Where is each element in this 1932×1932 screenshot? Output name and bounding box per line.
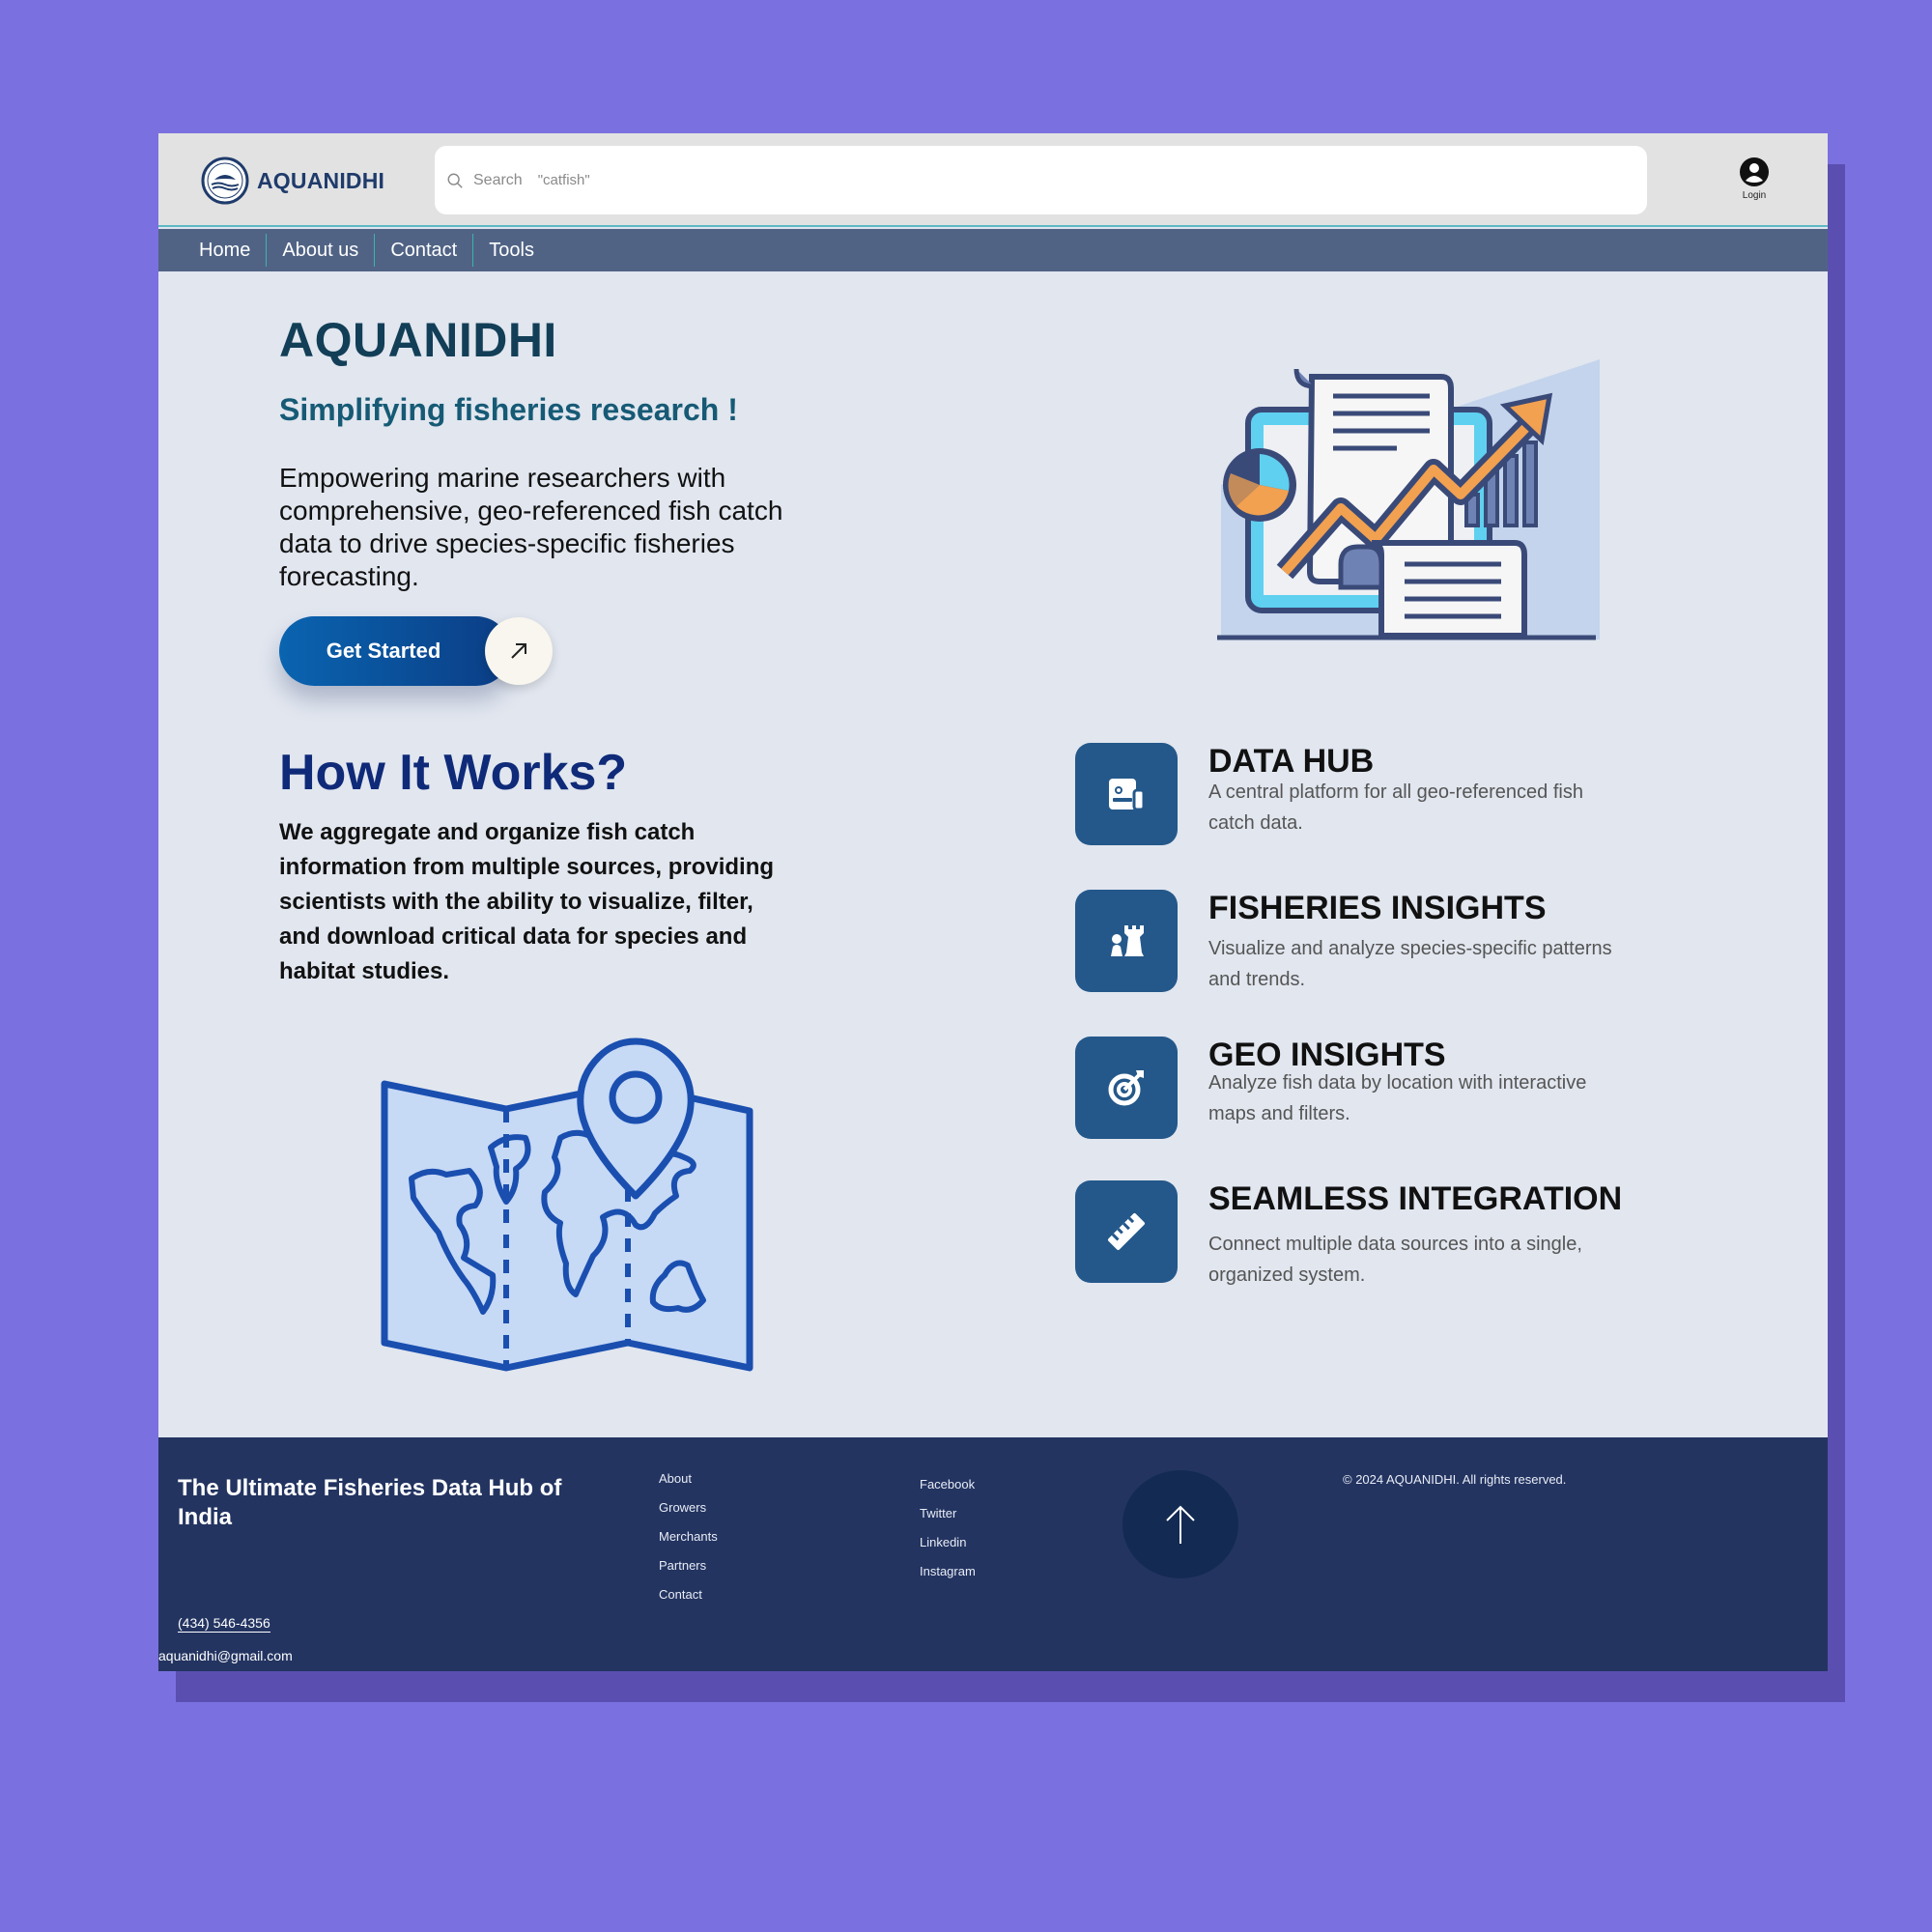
search-icon [447,173,463,188]
feature-geo-insights[interactable]: GEO INSIGHTS Analyze fish data by locati… [1075,1037,1674,1143]
feature-seamless-integration[interactable]: SEAMLESS INTEGRATION Connect multiple da… [1075,1180,1674,1287]
brand-logo-link[interactable]: AQUANIDHI [201,156,384,205]
footer-link-contact[interactable]: Contact [659,1580,718,1609]
feature-description: Analyze fish data by location with inter… [1208,1072,1587,1124]
hero-subtitle: Simplifying fisheries research ! [279,392,738,427]
login-button[interactable]: Login [1723,156,1785,201]
feature-data-hub[interactable]: DATA HUB A central platform for all geo-… [1075,743,1674,849]
search-input[interactable] [531,172,1402,188]
fish-logo-icon [201,156,249,205]
scroll-to-top-button[interactable] [1122,1470,1238,1578]
nav-item-tools[interactable]: Tools [473,234,550,267]
analytics-report-illustration [1217,359,1600,640]
get-started-label: Get Started [279,616,511,686]
world-map-location-illustration [381,1037,753,1372]
how-it-works-description: We aggregate and organize fish catch inf… [279,819,775,984]
arrow-up-icon [1166,1505,1195,1544]
footer-link-twitter[interactable]: Twitter [920,1499,976,1528]
feature-title: DATA HUB [1208,743,1375,780]
brand-name: AQUANIDHI [257,167,385,193]
search-bar[interactable]: Search [435,146,1647,214]
user-icon [1740,157,1769,186]
hero-title: AQUANIDHI [279,313,557,367]
footer-tagline: The Ultimate Fisheries Data Hub of India [178,1475,562,1530]
copyright-text: © 2024 AQUANIDHI. All rights reserved. [1343,1472,1567,1487]
footer-link-partners[interactable]: Partners [659,1551,718,1580]
feature-description: Connect multiple data sources into a sin… [1208,1234,1582,1286]
feature-description: Visualize and analyze species-specific p… [1208,938,1612,990]
how-it-works-title: How It Works? [279,745,628,801]
footer-phone-link[interactable]: (434) 546-4356 [178,1615,270,1633]
footer-link-facebook[interactable]: Facebook [920,1470,976,1499]
feature-fisheries-insights[interactable]: FISHERIES INSIGHTS Visualize and analyze… [1075,890,1674,996]
header: AQUANIDHI Search Login [158,133,1828,227]
website-frame: AQUANIDHI Search Login Home About us Con… [158,133,1828,1671]
get-started-button[interactable]: Get Started [279,616,554,686]
arrow-up-right-icon [485,617,553,685]
nav-item-about-us[interactable]: About us [267,234,376,267]
feature-title: SEAMLESS INTEGRATION [1208,1180,1623,1217]
footer: The Ultimate Fisheries Data Hub of India… [158,1437,1828,1671]
footer-social-links: Facebook Twitter Linkedin Instagram [920,1470,976,1586]
footer-link-instagram[interactable]: Instagram [920,1557,976,1586]
feature-description: A central platform for all geo-reference… [1208,781,1583,834]
login-label: Login [1742,190,1767,201]
footer-link-growers[interactable]: Growers [659,1493,718,1522]
footer-link-linkedin[interactable]: Linkedin [920,1528,976,1557]
hero-description: Empowering marine researchers with compr… [279,463,783,591]
footer-link-merchants[interactable]: Merchants [659,1522,718,1551]
nav-bar: Home About us Contact Tools [158,229,1828,271]
ruler-icon [1075,1180,1178,1283]
nav-item-home[interactable]: Home [184,234,268,267]
footer-links: About Growers Merchants Partners Contact [659,1464,718,1609]
footer-link-about[interactable]: About [659,1464,718,1493]
chess-pieces-icon [1075,890,1178,992]
target-icon [1075,1037,1178,1139]
footer-email-link[interactable]: aquanidhi@gmail.com [158,1648,293,1663]
id-card-icon [1075,743,1178,845]
feature-title: FISHERIES INSIGHTS [1208,890,1547,926]
nav-item-contact[interactable]: Contact [375,234,474,267]
search-label: Search [473,171,523,188]
